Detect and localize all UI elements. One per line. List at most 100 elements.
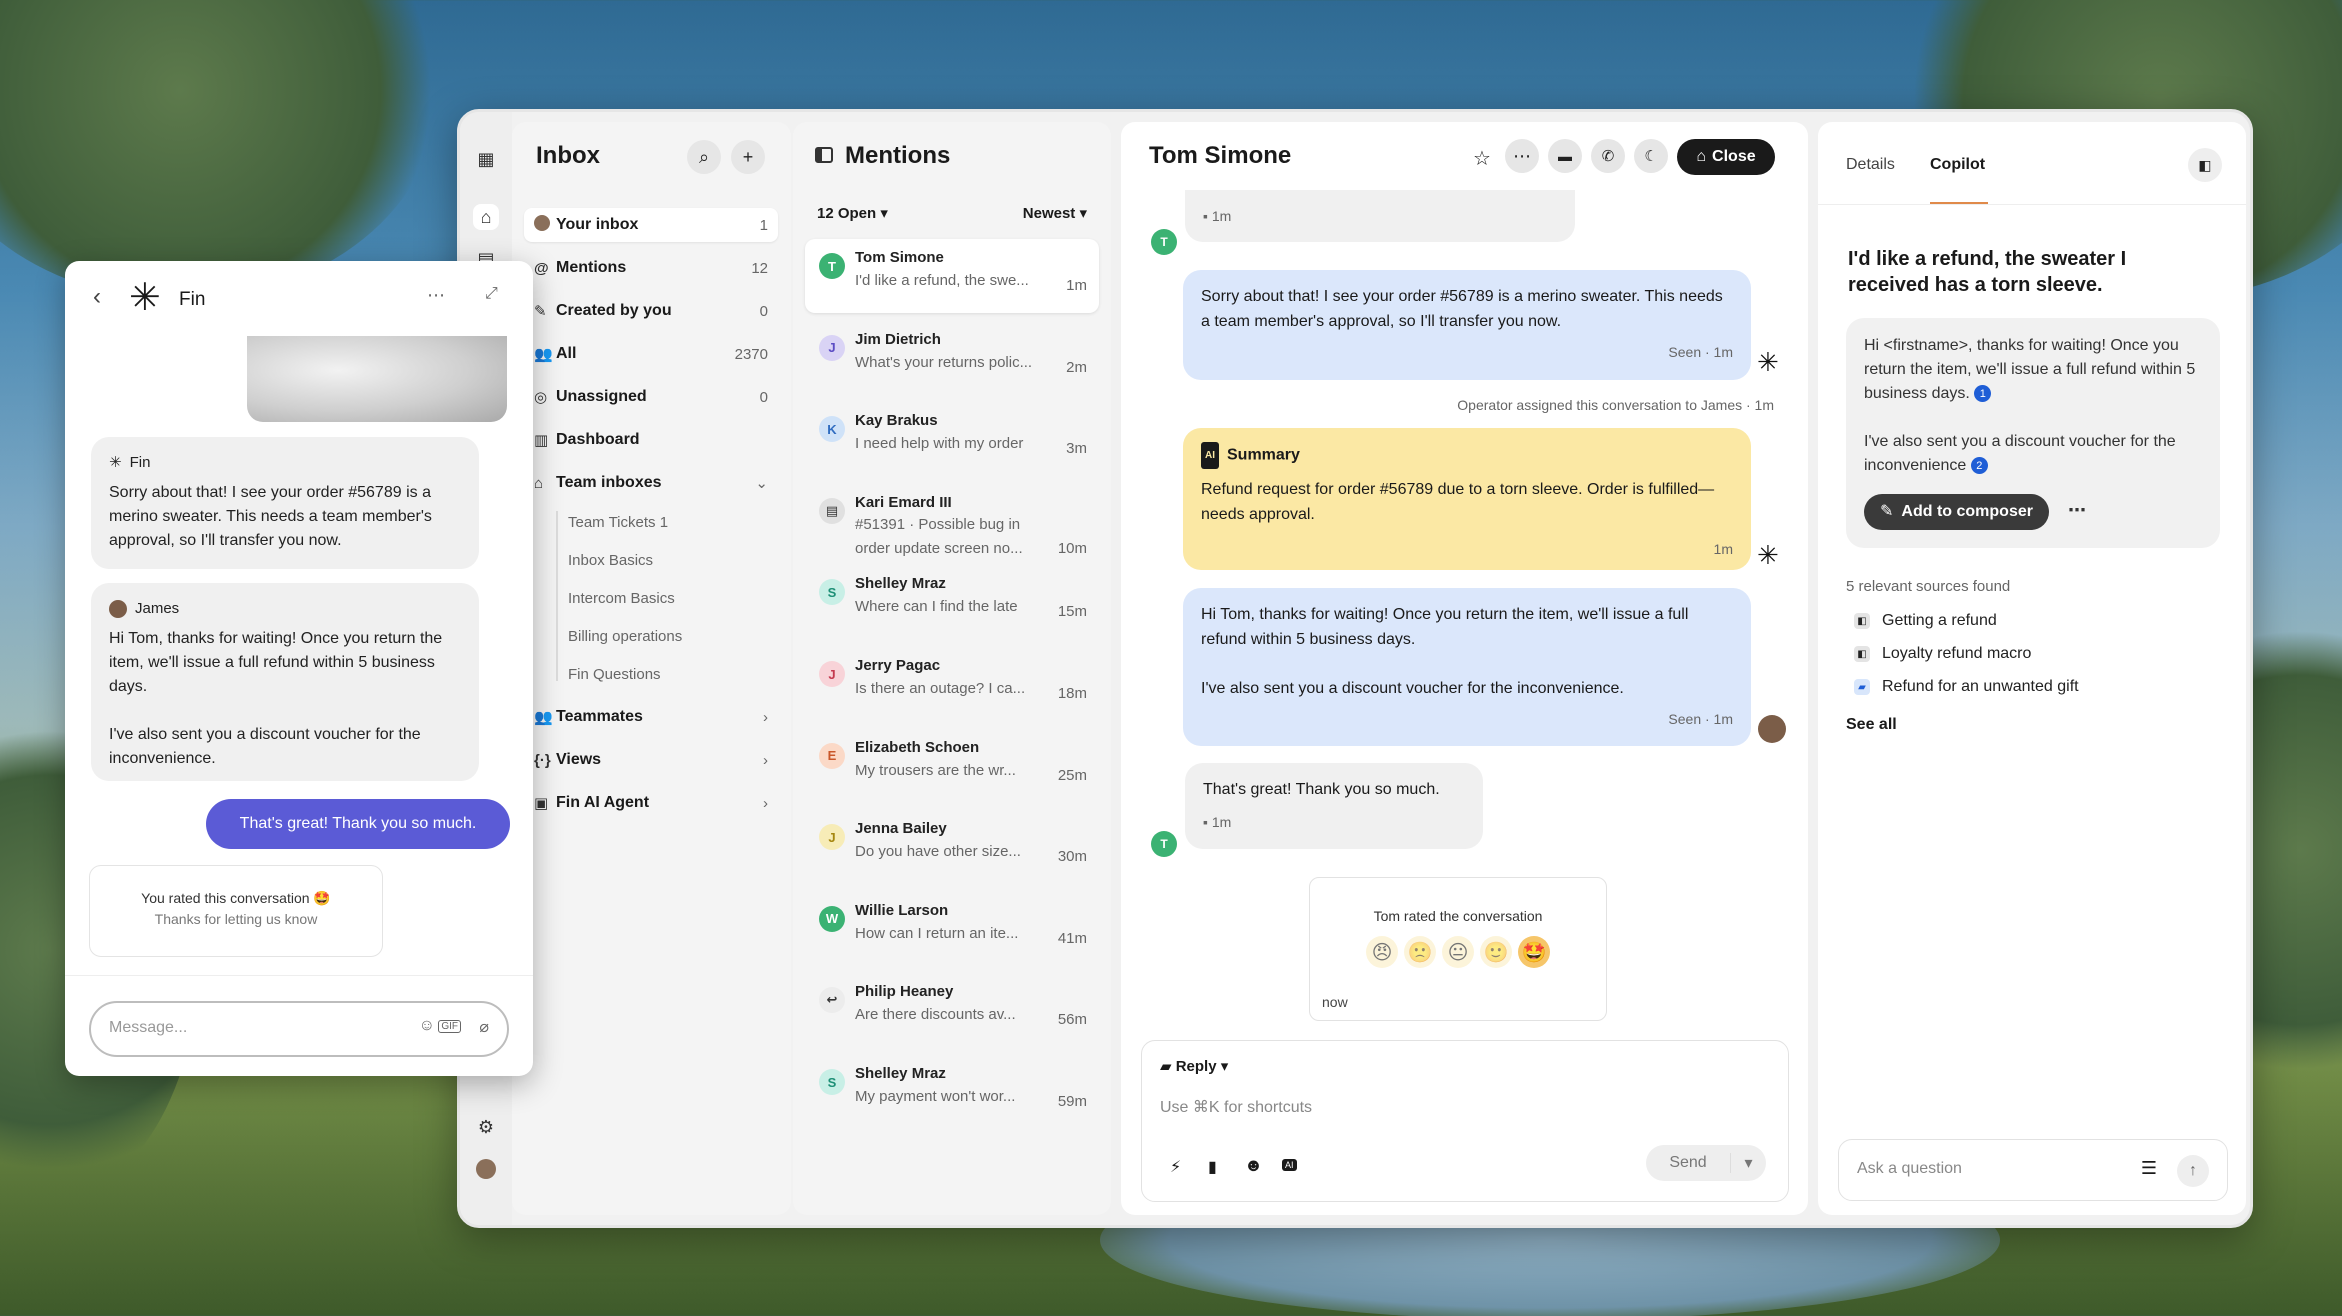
list-item[interactable]: ▤ Kari Emard III #51391 · Possible bug in … [805,484,1099,576]
nav-item-mentions[interactable]: @ Mentions 12 [524,251,778,285]
contact-name: Jenna Bailey [855,820,947,838]
message-preview: My payment won't wor... [855,1088,1016,1105]
reply-mode-dropdown[interactable]: ▰ Reply ▾ [1160,1057,1228,1075]
nav-item-created-by-you[interactable]: ✎ Created by you 0 [524,294,778,328]
team-inbox-item[interactable]: Intercom Basics [568,590,675,607]
list-item[interactable]: K Kay Brakus I need help with my order 3m [805,402,1099,476]
expand-icon[interactable]: ⤢ [485,285,498,303]
sort-filter[interactable]: Newest ▾ [1023,204,1087,222]
divider [556,511,558,681]
list-item[interactable]: J Jim Dietrich What's your returns polic..… [805,321,1099,395]
nav-group-views[interactable]: {·} Views › [524,743,778,777]
citation-badge[interactable]: 2 [1970,457,1988,475]
contact-name: Kari Emard III [855,493,952,511]
bookmark-icon[interactable]: ▮ [1208,1157,1217,1177]
phone-icon[interactable]: ✆ [1591,139,1625,173]
nav-item-your-inbox[interactable]: Your inbox 1 [524,208,778,242]
snooze-icon[interactable]: ▬ [1548,139,1582,173]
message-time: 18m [1057,685,1087,702]
see-all-link[interactable]: See all [1846,716,1897,734]
attachment-icon[interactable]: ⌀ [479,1017,489,1037]
emoji-icon[interactable]: ☻ [1244,1155,1263,1176]
nav-item-count: 12 [751,259,768,277]
gif-icon[interactable]: GIF [438,1020,461,1033]
answer-text: Hi <firstname>, thanks for waiting! Once… [1864,337,2196,402]
list-item[interactable]: J Jenna Bailey Do you have other size... 30… [805,810,1099,884]
nav-item-label: Fin AI Agent [556,794,650,811]
close-button[interactable]: ⌂ Close [1677,139,1775,175]
add-to-composer-label: Add to composer [1901,503,2033,520]
rating-confirmation: You rated this conversation 🤩 Thanks for… [89,865,383,957]
sliders-icon[interactable]: ☰ [2141,1158,2157,1179]
message-bubble: ▪ 1m [1185,190,1575,242]
pen-icon: ✎ [1880,503,1894,520]
nav-item-dashboard[interactable]: ▥ Dashboard [524,423,778,457]
list-item[interactable]: S Shelley Mraz Where can I find the late 15… [805,565,1099,639]
team-inbox-item[interactable]: Fin Questions [568,666,661,683]
workspace-icon[interactable]: ▦ [473,146,499,172]
reply-composer: ▰ Reply ▾ Use ⌘K for shortcuts ⚡ ▮ ☻ AI … [1141,1040,1789,1202]
ask-question-input[interactable]: Ask a question ☰ ↑ [1838,1139,2228,1201]
message-input[interactable]: Message... ☺ GIF ⌀ [89,1001,509,1057]
team-inbox-item[interactable]: Team Tickets 1 [568,514,668,531]
source-item[interactable]: ▰ Refund for an unwanted gift [1854,678,2079,696]
message-preview: Do you have other size... [855,843,1021,861]
team-inbox-item[interactable]: Billing operations [568,628,682,645]
list-item[interactable]: ↩ Philip Heaney Are there discounts av... 5… [805,973,1099,1047]
lightning-icon[interactable]: ⚡ [1170,1157,1181,1177]
background-tree [0,0,440,300]
nav-item-count: 0 [759,388,768,406]
nav-group-fin-ai-agent[interactable]: ▣ Fin AI Agent › [524,786,778,820]
more-icon[interactable]: ⋯ [427,285,445,306]
emoji-icon[interactable]: ☺ [419,1017,435,1035]
sidebar-toggle-icon[interactable] [815,147,833,163]
list-item[interactable]: E Elizabeth Schoen My trousers are the wr.… [805,729,1099,803]
team-inbox-item[interactable]: Inbox Basics [568,552,653,569]
chevron-right-icon: › [763,708,768,726]
rating-face-icon: 😐 [1442,936,1474,968]
open-filter[interactable]: 12 Open ▾ [817,204,888,222]
send-arrow-icon[interactable]: ↑ [2177,1155,2209,1187]
list-item[interactable]: J Jerry Pagac Is there an outage? I ca... 1… [805,647,1099,721]
nav-item-team-inboxes[interactable]: ⌂ Team inboxes ⌄ [524,466,778,500]
chevron-right-icon: › [763,794,768,812]
nav-item-all[interactable]: 👥 All 2370 [524,337,778,371]
ai-icon[interactable]: AI [1282,1159,1297,1171]
contact-name: Shelley Mraz [855,575,946,593]
composer-input[interactable]: Use ⌘K for shortcuts [1160,1097,1312,1117]
source-item[interactable]: ◧ Loyalty refund macro [1854,645,2031,663]
message-preview: I'd like a refund, the swe... [855,272,1029,289]
add-to-composer-button[interactable]: ✎ Add to composer [1864,494,2049,530]
more-icon[interactable]: ⋯ [2068,498,2086,522]
source-item[interactable]: ◧ Getting a refund [1854,612,1997,630]
nav-group-teammates[interactable]: 👥 Teammates › [524,700,778,734]
back-icon[interactable]: ‹ [93,283,101,311]
panel-toggle-icon[interactable]: ◧ [2188,148,2222,182]
more-icon[interactable]: ⋯ [1505,139,1539,173]
nav-item-unassigned[interactable]: ◎ Unassigned 0 [524,380,778,414]
star-icon[interactable]: ☆ [1473,146,1491,171]
inbox-icon[interactable]: ⌂ [473,204,499,230]
tab-copilot[interactable]: Copilot [1930,156,1985,174]
nav-item-label: Views [556,751,602,768]
people-icon: 👥 [534,346,553,363]
list-item[interactable]: T Tom Simone I'd like a refund, the swe...… [805,239,1099,313]
avatar[interactable] [473,1156,499,1182]
tab-details[interactable]: Details [1846,156,1895,174]
list-item[interactable]: S Shelley Mraz My payment won't wor... 59m [805,1055,1099,1129]
contact-name: Willie Larson [855,901,949,919]
add-icon[interactable]: + [731,140,765,174]
chevron-down-icon[interactable]: ▾ [1730,1153,1766,1173]
citation-badge[interactable]: 1 [1974,385,1992,403]
fin-logo-icon: ✳ [109,454,122,471]
sort-filter-label: Newest [1022,205,1076,222]
conversation-title: Tom Simone [1149,142,1292,169]
divider [1818,204,2246,205]
list-item[interactable]: W Willie Larson How can I return an ite...… [805,892,1099,966]
settings-icon[interactable]: ⚙ [473,1114,499,1140]
moon-icon[interactable]: ☾ [1634,139,1668,173]
search-icon[interactable]: ⌕ [687,140,721,174]
nav-item-label: Team inboxes [556,474,662,491]
send-button[interactable]: Send ▾ [1646,1145,1766,1181]
summary-card: AI Summary Refund request for order #5678… [1183,428,1751,570]
